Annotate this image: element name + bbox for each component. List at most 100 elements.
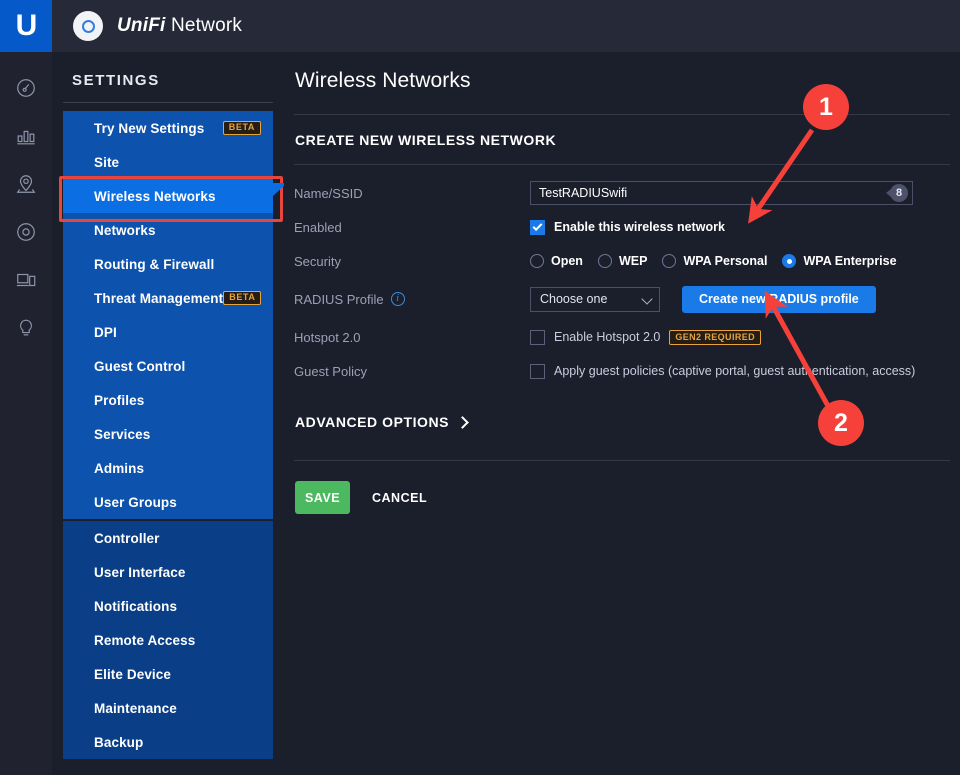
- form-row-name-ssid: Name/SSID 8: [294, 176, 950, 210]
- chevron-right-icon: [456, 416, 469, 429]
- rail-item-devices[interactable]: [0, 208, 52, 256]
- rail-item-insights[interactable]: [0, 304, 52, 352]
- sidebar-item-dpi[interactable]: DPI: [63, 315, 273, 349]
- security-option-wpa-personal[interactable]: WPA Personal: [662, 254, 767, 268]
- settings-heading: SETTINGS: [63, 52, 273, 102]
- control-hotspot: Enable Hotspot 2.0 GEN2 REQUIRED: [530, 330, 950, 345]
- sidebar-item-networks[interactable]: Networks: [63, 213, 273, 247]
- page-title: Wireless Networks: [294, 52, 950, 93]
- label-security: Security: [294, 254, 530, 269]
- label-enabled: Enabled: [294, 220, 530, 235]
- sidebar-item-user-groups[interactable]: User Groups: [63, 485, 273, 519]
- security-option-wep[interactable]: WEP: [598, 254, 647, 268]
- sidebar-item-controller[interactable]: Controller: [63, 521, 273, 555]
- radio-wep[interactable]: [598, 254, 612, 268]
- settings-sidebar: SETTINGS Try New Settings BETA Site Wire…: [52, 52, 284, 775]
- character-count-badge: 8: [890, 184, 908, 202]
- sidebar-item-label: Profiles: [94, 393, 144, 408]
- sidebar-item-site[interactable]: Site: [63, 145, 273, 179]
- label-guest-policy: Guest Policy: [294, 364, 530, 379]
- save-button[interactable]: SAVE: [295, 481, 350, 514]
- control-guest-policy: Apply guest policies (captive portal, gu…: [530, 364, 950, 379]
- sidebar-item-routing-firewall[interactable]: Routing & Firewall: [63, 247, 273, 281]
- enable-wireless-network-checkbox[interactable]: [530, 220, 545, 235]
- cancel-button[interactable]: CANCEL: [372, 491, 427, 505]
- check-icon: [533, 221, 543, 231]
- beta-badge: BETA: [223, 121, 261, 135]
- rail-item-clients[interactable]: [0, 256, 52, 304]
- access-point-ring: [82, 20, 95, 33]
- label-name-ssid: Name/SSID: [294, 186, 530, 201]
- form-actions: SAVE CANCEL: [294, 461, 950, 514]
- radio-label: Open: [551, 254, 583, 268]
- sidebar-item-label: User Groups: [94, 495, 177, 510]
- sidebar-item-elite-device[interactable]: Elite Device: [63, 657, 273, 691]
- product-title-network: Network: [166, 15, 243, 36]
- access-point-icon: [73, 11, 103, 41]
- sidebar-item-remote-access[interactable]: Remote Access: [63, 623, 273, 657]
- security-option-wpa-enterprise[interactable]: WPA Enterprise: [782, 254, 896, 268]
- sidebar-item-notifications[interactable]: Notifications: [63, 589, 273, 623]
- sidebar-item-services[interactable]: Services: [63, 417, 273, 451]
- sidebar-item-label: Remote Access: [94, 633, 195, 648]
- radio-open[interactable]: [530, 254, 544, 268]
- sidebar-item-label: Try New Settings: [94, 121, 204, 136]
- label-hotspot: Hotspot 2.0: [294, 330, 530, 345]
- ubiquiti-u-icon: U: [16, 11, 37, 41]
- sidebar-item-label: Notifications: [94, 599, 177, 614]
- ubiquiti-logo-tile[interactable]: U: [0, 0, 52, 52]
- sidebar-item-try-new-settings[interactable]: Try New Settings BETA: [63, 111, 273, 145]
- insights-bulb-icon: [15, 317, 37, 339]
- sidebar-item-label: Backup: [94, 735, 143, 750]
- product-title: UniFi Network: [117, 15, 242, 37]
- advanced-options-label: ADVANCED OPTIONS: [295, 414, 449, 430]
- create-radius-profile-button[interactable]: Create new RADIUS profile: [682, 286, 876, 313]
- unifi-network-app: U UniFi Network: [0, 0, 960, 775]
- radio-selected-dot: [787, 259, 792, 264]
- sidebar-item-label: Services: [94, 427, 150, 442]
- label-radius-profile-text: RADIUS Profile: [294, 292, 384, 307]
- sidebar-item-admins[interactable]: Admins: [63, 451, 273, 485]
- label-radius-profile: RADIUS Profile i: [294, 292, 530, 307]
- form-row-radius-profile: RADIUS Profile i Choose one Create new R…: [294, 278, 950, 320]
- dashboard-gauge-icon: [15, 77, 37, 99]
- sidebar-nav-group-2: Controller User Interface Notifications …: [63, 521, 273, 759]
- sidebar-item-label: DPI: [94, 325, 117, 340]
- sidebar-item-backup[interactable]: Backup: [63, 725, 273, 759]
- radio-wpa-enterprise[interactable]: [782, 254, 796, 268]
- settings-divider: [63, 102, 273, 103]
- form-row-guest-policy: Guest Policy Apply guest policies (capti…: [294, 354, 950, 388]
- control-security: Open WEP WPA Personal: [530, 254, 950, 268]
- enable-hotspot-checkbox[interactable]: [530, 330, 545, 345]
- sidebar-item-maintenance[interactable]: Maintenance: [63, 691, 273, 725]
- rail-item-map[interactable]: [0, 160, 52, 208]
- apply-guest-policies-checkbox[interactable]: [530, 364, 545, 379]
- sidebar-item-profiles[interactable]: Profiles: [63, 383, 273, 417]
- devices-circle-icon: [15, 221, 37, 243]
- rail-item-statistics[interactable]: [0, 112, 52, 160]
- ssid-input[interactable]: [530, 181, 913, 205]
- rail-item-dashboard[interactable]: [0, 64, 52, 112]
- sidebar-item-wireless-networks[interactable]: Wireless Networks: [63, 179, 273, 213]
- security-option-open[interactable]: Open: [530, 254, 583, 268]
- main-content: Wireless Networks CREATE NEW WIRELESS NE…: [284, 52, 960, 775]
- sidebar-item-user-interface[interactable]: User Interface: [63, 555, 273, 589]
- top-bar: U UniFi Network: [0, 0, 960, 52]
- advanced-options-toggle[interactable]: ADVANCED OPTIONS: [294, 388, 467, 430]
- sidebar-item-label: Elite Device: [94, 667, 171, 682]
- product-title-unifi: UniFi: [117, 15, 166, 36]
- ssid-input-wrapper: 8: [530, 181, 913, 205]
- sidebar-item-threat-management[interactable]: Threat Management BETA: [63, 281, 273, 315]
- map-pin-icon: [15, 173, 37, 195]
- form-row-enabled: Enabled Enable this wireless network: [294, 210, 950, 244]
- security-radio-group: Open WEP WPA Personal: [530, 254, 897, 268]
- sidebar-item-guest-control[interactable]: Guest Control: [63, 349, 273, 383]
- radio-label: WPA Enterprise: [803, 254, 896, 268]
- sidebar-item-label: Guest Control: [94, 359, 185, 374]
- radius-profile-select[interactable]: Choose one: [530, 287, 660, 312]
- clients-screen-icon: [15, 269, 37, 291]
- sidebar-nav-group-1: Try New Settings BETA Site Wireless Netw…: [63, 111, 273, 519]
- info-icon[interactable]: i: [391, 292, 405, 306]
- radio-wpa-personal[interactable]: [662, 254, 676, 268]
- form-row-security: Security Open WEP WPA Person: [294, 244, 950, 278]
